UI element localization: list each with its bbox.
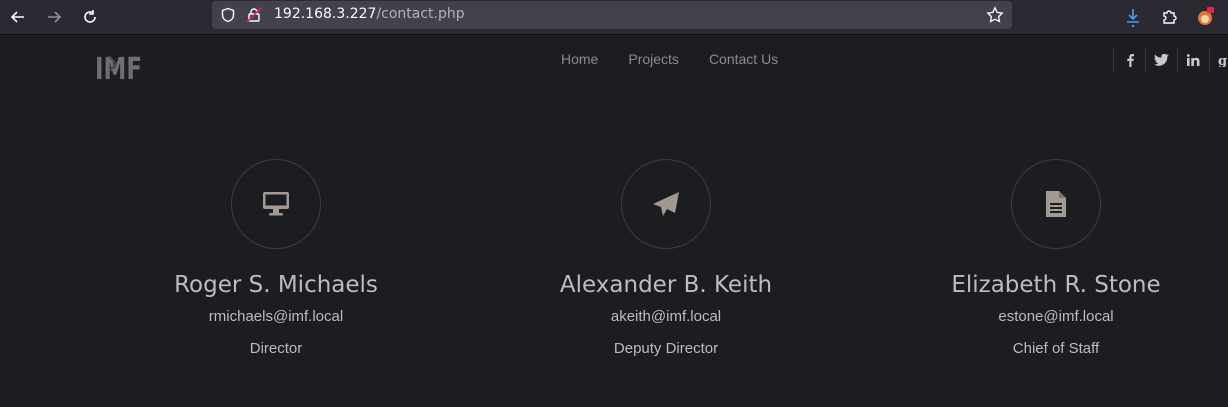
site-header: IMF Home Projects Contact Us g+ [0,35,1228,95]
contact-role: Chief of Staff [1012,340,1100,357]
browser-toolbar: 192.168.3.227/contact.php [0,0,1228,35]
back-arrow-icon [10,11,24,23]
contact-role: Deputy Director [613,340,719,357]
contact-card: Roger S. Michaels rmichaels@imf.local Di… [126,159,426,358]
imf-logo-icon: IMF [95,52,142,87]
contact-card: Elizabeth R. Stone estone@imf.local Chie… [906,159,1206,358]
url-host: 192.168.3.227 [274,6,377,22]
back-button[interactable] [6,5,30,29]
url-path: /contact.php [376,6,465,22]
insecure-lock-icon[interactable] [246,7,262,23]
contact-name: Roger S. Michaels [174,272,378,298]
contact-email[interactable]: estone@imf.local [906,308,1206,326]
document-icon [1046,191,1066,217]
forward-button[interactable] [42,5,66,29]
imf-logo[interactable]: IMF [95,50,143,87]
paper-plane-icon [653,192,679,216]
social-links: g+ [1113,47,1228,73]
contact-role: Director [249,340,303,357]
url-text[interactable]: 192.168.3.227/contact.php [274,6,465,22]
puzzle-piece-icon [1163,10,1177,24]
linkedin-icon[interactable] [1177,47,1209,73]
google-plus-icon[interactable]: g+ [1209,47,1228,73]
profile-button[interactable] [1193,5,1217,29]
reload-icon [84,10,96,23]
contact-email[interactable]: rmichaels@imf.local [126,308,426,326]
downloads-button[interactable] [1121,5,1145,29]
desktop-icon [263,192,289,216]
contact-icon-circle [1011,159,1101,249]
nav-contact-us[interactable]: Contact Us [709,51,778,67]
profile-avatar-icon [1198,7,1214,25]
shield-icon[interactable] [220,7,236,23]
reload-button[interactable] [78,5,102,29]
download-icon [1127,9,1139,27]
nav-home[interactable]: Home [561,51,598,67]
bookmark-star-icon[interactable] [986,6,1004,24]
facebook-icon[interactable] [1113,47,1145,73]
contact-name: Alexander B. Keith [559,272,773,298]
nav-projects[interactable]: Projects [628,51,679,67]
address-bar[interactable]: 192.168.3.227/contact.php [212,1,1012,29]
contact-icon-circle [231,159,321,249]
contact-email[interactable]: akeith@imf.local [516,308,816,326]
svg-text:g+: g+ [1218,54,1228,67]
contact-card: Alexander B. Keith akeith@imf.local Depu… [516,159,816,358]
forward-arrow-icon [48,11,62,23]
main-nav: Home Projects Contact Us [561,51,778,67]
extensions-button[interactable] [1157,5,1181,29]
contact-name: Elizabeth R. Stone [951,272,1161,298]
contact-icon-circle [621,159,711,249]
twitter-icon[interactable] [1145,47,1177,73]
svg-text:IMF: IMF [95,52,142,82]
